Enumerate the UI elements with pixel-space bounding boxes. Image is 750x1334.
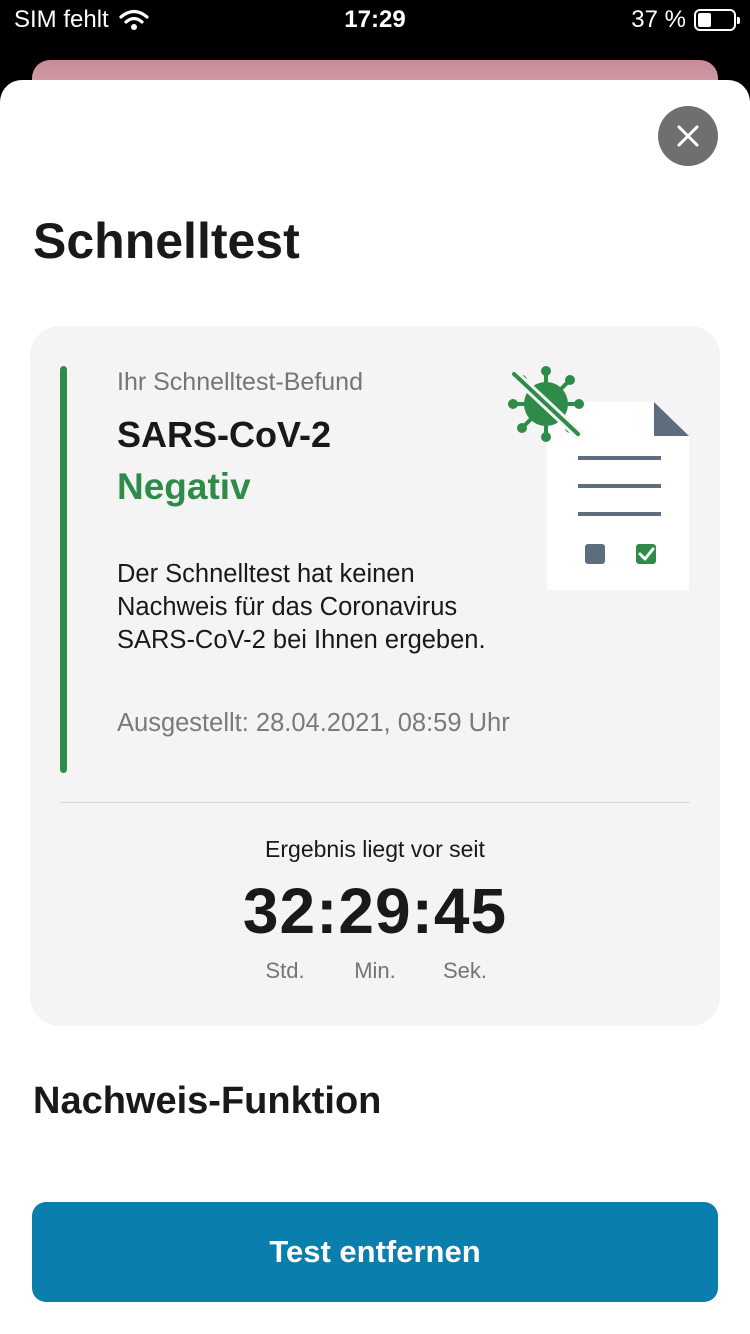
status-bar: SIM fehlt 17:29 37 % [0,0,750,44]
test-document-illustration [508,366,689,590]
remove-test-button[interactable]: Test entfernen [32,1202,718,1302]
status-right: 37 % [631,6,740,34]
divider [60,802,690,803]
timer-value: 32:29:45 [242,875,508,947]
battery-icon [694,9,740,31]
issued-date: Ausgestellt: 28.04.2021, 08:59 Uhr [117,709,510,737]
close-icon [677,125,699,147]
virus-icon [508,366,584,442]
page-title: Schnelltest [33,213,300,269]
timer-unit-seconds: Sek. [442,958,488,983]
battery-fill [698,13,711,27]
virus-name: SARS-CoV-2 [117,414,332,455]
result-description: Der Schnelltest hat keinen Nachweis für … [117,560,486,654]
result-label: Ihr Schnelltest-Befund [117,368,363,396]
section-title: Nachweis-Funktion [33,1080,382,1122]
timer-units: Std. Min. Sek. [30,958,720,984]
timer-unit-hours: Std. [265,958,305,983]
test-result-card: Ihr Schnelltest-Befund SARS-CoV-2 Negati… [30,326,720,1026]
status-indicator-bar [60,366,67,773]
timer-label: Ergebnis liegt vor seit [265,836,485,862]
close-button[interactable] [658,106,718,166]
result-status: Negativ [117,466,251,507]
timer-unit-minutes: Min. [354,958,396,983]
battery-percent: 37 % [631,6,686,33]
